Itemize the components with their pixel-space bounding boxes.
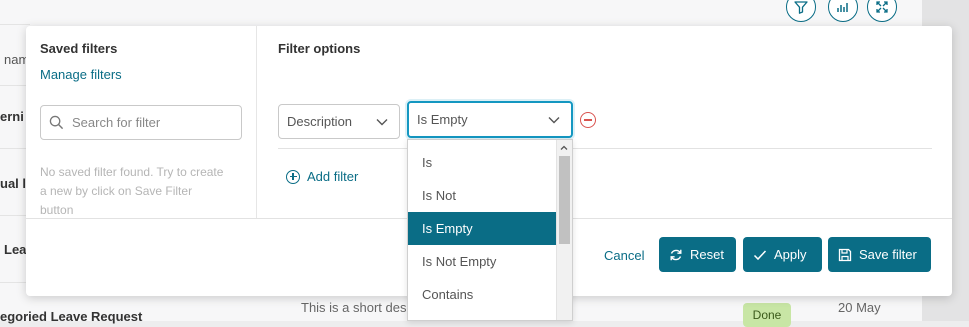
add-filter-button[interactable]: Add filter: [286, 169, 358, 184]
operator-select-value: Is Empty: [417, 112, 468, 127]
plus-circle-icon: [286, 169, 300, 184]
empty-saved-filters-message: No saved filter found. Try to create a n…: [40, 165, 224, 217]
dropdown-scrollbar-thumb[interactable]: [559, 156, 570, 244]
minus-circle-icon: [584, 119, 592, 121]
field-select-value: Description: [287, 114, 353, 129]
check-icon: [753, 249, 767, 260]
refresh-icon: [670, 249, 682, 260]
apply-button[interactable]: Apply: [743, 237, 822, 272]
search-input[interactable]: [70, 114, 234, 131]
table-row-cell: ual l: [0, 176, 27, 191]
dropdown-option-is-empty[interactable]: Is Empty: [408, 212, 572, 245]
expand-button[interactable]: [867, 0, 897, 22]
saved-filters-section: Saved filters Manage filters No saved fi…: [26, 26, 257, 218]
save-filter-label: Save filter: [859, 247, 917, 262]
filter-options-title: Filter options: [278, 41, 361, 56]
field-select[interactable]: Description: [278, 104, 400, 139]
table-row-description: This is a short des: [301, 300, 407, 315]
filter-toggle-button[interactable]: [786, 0, 816, 22]
chart-toggle-button[interactable]: [828, 0, 858, 22]
filter-divider: [278, 148, 932, 149]
dropdown-option-is-not[interactable]: Is Not: [408, 179, 572, 212]
reset-label: Reset: [690, 247, 724, 262]
remove-filter-button[interactable]: [580, 112, 596, 128]
table-row-date: 20 May: [838, 300, 881, 315]
chevron-up-icon[interactable]: [560, 144, 568, 152]
saved-filters-title: Saved filters: [40, 41, 118, 56]
reset-button[interactable]: Reset: [659, 237, 736, 272]
row-divider: [0, 24, 30, 25]
add-filter-label: Add filter: [307, 169, 359, 184]
dropdown-option-contains[interactable]: Contains: [408, 278, 572, 311]
apply-label: Apply: [774, 247, 807, 262]
cancel-button[interactable]: Cancel: [604, 248, 644, 263]
status-badge: Done: [743, 303, 791, 327]
dropdown-option-is-not-empty[interactable]: Is Not Empty: [408, 245, 572, 278]
search-icon: [49, 115, 64, 130]
save-filter-button[interactable]: Save filter: [828, 237, 931, 272]
manage-filters-link[interactable]: Manage filters: [40, 67, 122, 82]
dropdown-scrollbar[interactable]: [556, 140, 572, 320]
expand-icon: [876, 1, 888, 13]
table-row-cell: Lea: [4, 242, 27, 257]
operator-dropdown-list[interactable]: Is Is Not Is Empty Is Not Empty Contains: [407, 139, 573, 321]
filter-icon: [794, 1, 808, 14]
saved-filter-search[interactable]: [40, 105, 242, 140]
chevron-down-icon: [548, 116, 560, 123]
table-row-title[interactable]: egoried Leave Request: [0, 309, 142, 324]
chevron-down-icon: [376, 118, 388, 125]
chart-icon: [837, 3, 848, 12]
dropdown-option-is[interactable]: Is: [408, 146, 572, 179]
save-icon: [838, 248, 852, 261]
table-row-cell: erni: [0, 109, 24, 124]
operator-select[interactable]: Is Empty: [407, 101, 573, 138]
